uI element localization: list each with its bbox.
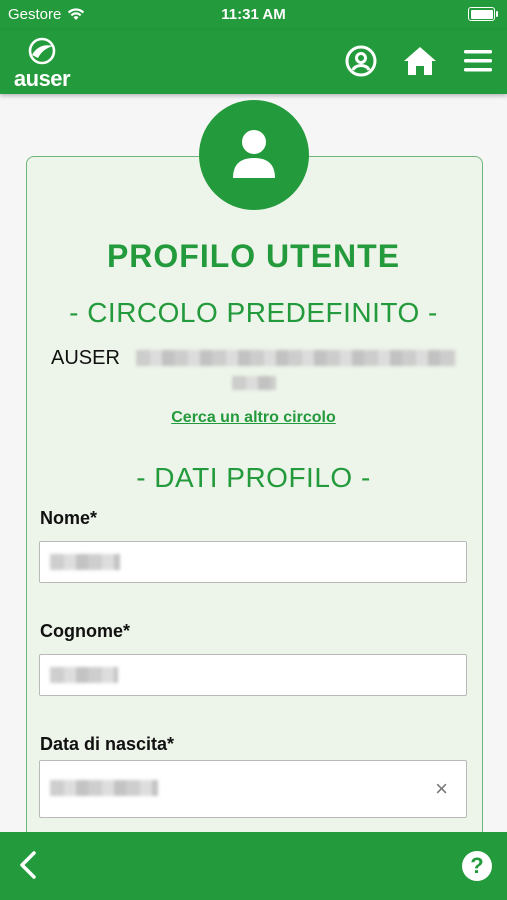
cognome-value-redacted <box>50 667 118 683</box>
app-header: auser <box>0 30 507 94</box>
data-nascita-value-redacted <box>50 780 158 796</box>
data-nascita-label: Data di nascita* <box>40 734 175 754</box>
user-avatar-icon <box>233 130 275 178</box>
nome-label: Nome* <box>40 508 98 528</box>
home-icon[interactable] <box>403 44 437 78</box>
cognome-label: Cognome* <box>40 621 130 641</box>
dati-profilo-heading: - DATI PROFILO - <box>136 462 371 493</box>
status-bar: Gestore 11:31 AM <box>0 0 507 30</box>
circolo-name-redacted <box>136 350 456 366</box>
auser-logo-mark-icon <box>28 37 56 65</box>
help-button[interactable]: ? <box>462 851 492 881</box>
avatar <box>199 100 309 210</box>
cognome-field[interactable] <box>39 654 467 696</box>
circolo-name-redacted-2 <box>232 376 276 390</box>
battery-icon <box>468 7 498 21</box>
page-title: PROFILO UTENTE <box>106 238 401 274</box>
hamburger-menu-icon[interactable] <box>461 44 495 78</box>
bottom-bar: ? <box>0 832 507 900</box>
circolo-prefix: AUSER <box>51 347 120 369</box>
back-arrow-icon[interactable] <box>16 850 40 880</box>
user-circle-icon[interactable] <box>344 44 378 78</box>
change-circolo-link[interactable]: Cerca un altro circolo <box>0 409 507 427</box>
clear-icon[interactable]: × <box>435 778 448 800</box>
circolo-heading: - CIRCOLO PREDEFINITO - <box>69 297 438 328</box>
logo-text: auser <box>13 66 71 91</box>
nome-field[interactable] <box>39 541 467 583</box>
status-time: 11:31 AM <box>221 6 286 23</box>
nome-value-redacted <box>50 554 120 570</box>
data-nascita-field[interactable]: × <box>39 760 467 818</box>
auser-logo[interactable]: auser <box>12 36 72 91</box>
